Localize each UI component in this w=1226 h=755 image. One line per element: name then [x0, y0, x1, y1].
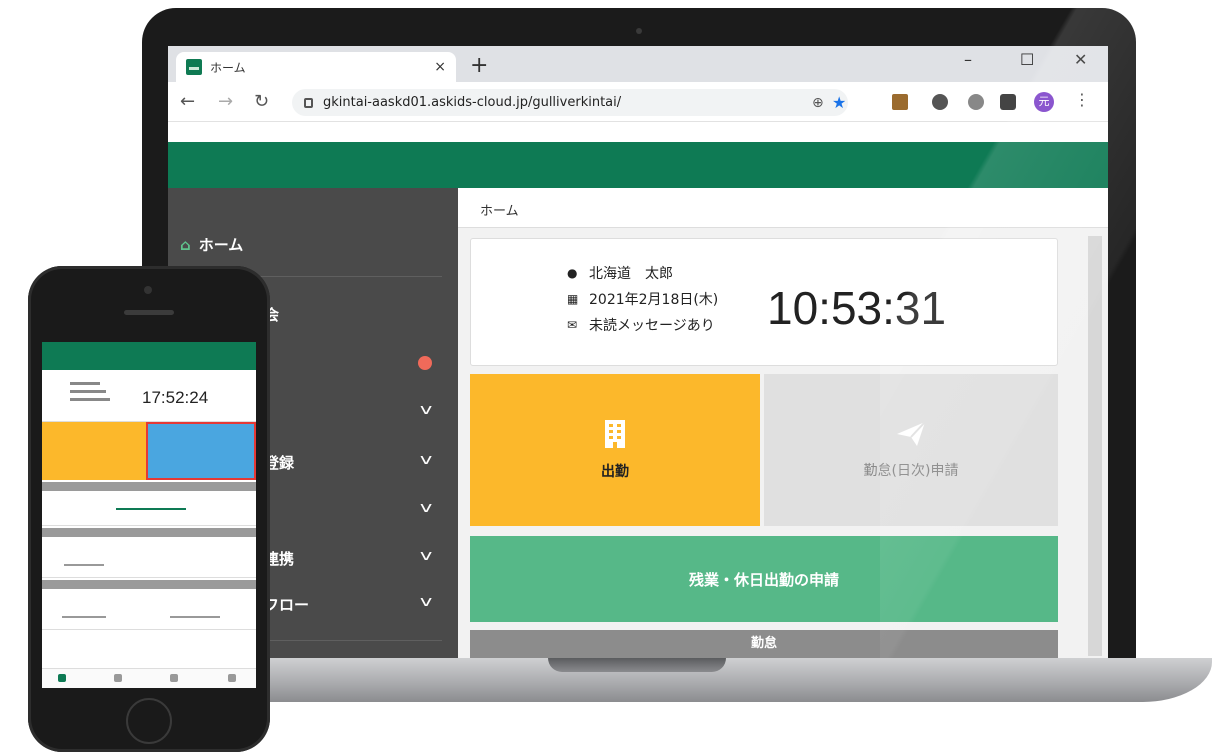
tab-close-icon[interactable]: × — [434, 59, 446, 75]
phone-info-card: 17:52:24 — [42, 370, 256, 422]
user-info-card: ● 北海道 太郎 ▦ 2021年2月18日(木) ✉ 未読メッセージあり 10:53:… — [470, 238, 1058, 366]
new-tab-button[interactable]: + — [470, 53, 488, 78]
address-bar[interactable]: gkintai-aaskd01.askids-cloud.jp/gulliver… — [292, 89, 848, 116]
phone-list-item[interactable] — [42, 538, 256, 578]
calendar-icon: ▦ — [567, 292, 579, 306]
chevron-down-icon[interactable]: v — [420, 548, 432, 564]
phone-camera — [144, 286, 152, 294]
sidebar-item-label: ホーム — [198, 236, 244, 254]
chevron-down-icon[interactable]: v — [420, 452, 432, 468]
forward-arrow-icon[interactable]: → — [218, 91, 233, 112]
phone-section-bar — [42, 580, 256, 589]
minimize-button[interactable]: – — [964, 50, 972, 69]
browser-toolbar: ← → ↻ gkintai-aaskd01.askids-cloud.jp/gu… — [168, 82, 1108, 122]
back-arrow-icon[interactable]: ← — [180, 91, 195, 112]
profile-avatar[interactable]: 元 — [1034, 92, 1054, 112]
phone-bottom-nav — [42, 668, 256, 688]
browser-tab[interactable]: ホーム × — [176, 52, 456, 82]
message-row[interactable]: ✉ 未読メッセージあり — [567, 315, 715, 335]
bookmark-star-icon[interactable]: ★ — [832, 93, 846, 112]
date-row: ▦ 2021年2月18日(木) — [567, 289, 718, 309]
daily-apply-label: 勤怠(日次)申請 — [863, 463, 959, 479]
user-icon: ● — [567, 266, 578, 280]
phone-app-header — [42, 342, 256, 370]
extension-icon[interactable] — [968, 94, 984, 110]
breadcrumb: ホーム — [458, 188, 1108, 228]
phone-row-label — [62, 616, 106, 618]
phone-home-button[interactable] — [126, 698, 172, 744]
app-favicon-icon — [186, 59, 202, 75]
chevron-down-icon[interactable]: v — [420, 402, 432, 418]
close-window-button[interactable]: ✕ — [1074, 50, 1087, 69]
attendance-section-header: 勤怠 — [470, 630, 1058, 658]
extension-icon[interactable] — [932, 94, 948, 110]
phone-message-line — [70, 398, 110, 401]
chevron-down-icon[interactable]: v — [420, 500, 432, 516]
notification-dot — [418, 356, 432, 370]
mail-icon: ✉ — [567, 318, 578, 332]
phone-speaker — [124, 310, 174, 315]
building-icon — [605, 420, 625, 448]
phone-list-item[interactable] — [42, 492, 256, 526]
url-text: gkintai-aaskd01.askids-cloud.jp/gulliver… — [323, 95, 622, 110]
chevron-down-icon[interactable]: v — [420, 594, 432, 610]
phone-list-item[interactable] — [42, 590, 256, 630]
current-date: 2021年2月18日(木) — [589, 292, 719, 308]
laptop-screen: ホーム × + – ☐ ✕ ← → ↻ gkintai-aaskd01.aski… — [168, 46, 1108, 658]
phone-nav-icon[interactable] — [170, 674, 178, 682]
lock-icon — [304, 97, 313, 108]
smartphone: 17:52:24 — [28, 266, 270, 752]
phone-clock-out-button[interactable] — [42, 422, 146, 480]
reload-icon[interactable]: ↻ — [254, 91, 269, 112]
clock-in-button[interactable]: 出勤 — [470, 374, 760, 526]
laptop-camera — [636, 28, 642, 34]
phone-nav-home-icon[interactable] — [58, 674, 66, 682]
message-status: 未読メッセージあり — [589, 318, 715, 334]
clock-in-label: 出勤 — [601, 464, 629, 480]
home-icon: ⌂ — [180, 236, 191, 254]
vertical-scrollbar[interactable] — [1088, 236, 1102, 656]
puzzle-extensions-icon[interactable] — [1000, 94, 1016, 110]
user-name: 北海道 太郎 — [589, 266, 673, 282]
main-content: ホーム ● 北海道 太郎 ▦ 2021年2月18日(木) ✉ 未読メッセージあり 10… — [458, 188, 1108, 658]
daily-attendance-apply-button[interactable]: 勤怠(日次)申請 — [764, 374, 1058, 526]
sidebar-item-home[interactable]: ⌂ ホーム — [180, 234, 243, 255]
phone-nav-icon[interactable] — [228, 674, 236, 682]
sidebar-item-workflow[interactable]: フロー — [264, 594, 309, 615]
maximize-button[interactable]: ☐ — [1020, 50, 1034, 69]
current-time: 10:53:31 — [767, 282, 947, 334]
paper-plane-icon — [897, 421, 926, 446]
phone-user-line — [70, 382, 100, 385]
tab-title: ホーム — [210, 60, 246, 75]
phone-nav-icon[interactable] — [114, 674, 122, 682]
phone-row-label — [170, 616, 220, 618]
phone-section-bar — [42, 528, 256, 537]
app-header — [168, 142, 1108, 188]
phone-date-line — [70, 390, 106, 393]
phone-row-label — [64, 564, 104, 566]
phone-row-label — [116, 508, 186, 510]
phone-section-bar — [42, 482, 256, 491]
user-name-row: ● 北海道 太郎 — [567, 263, 673, 283]
extension-icon[interactable] — [892, 94, 908, 110]
laptop-notch — [548, 658, 726, 672]
phone-screen: 17:52:24 — [42, 342, 256, 688]
install-app-icon[interactable]: ⊕ — [812, 95, 824, 111]
phone-break-button[interactable] — [146, 422, 256, 480]
overtime-holiday-request-button[interactable]: 残業・休日出勤の申請 — [470, 536, 1058, 622]
browser-menu-icon[interactable]: ⋮ — [1074, 90, 1090, 109]
phone-clock: 17:52:24 — [142, 388, 209, 407]
browser-tabbar: ホーム × + – ☐ ✕ — [168, 46, 1108, 82]
